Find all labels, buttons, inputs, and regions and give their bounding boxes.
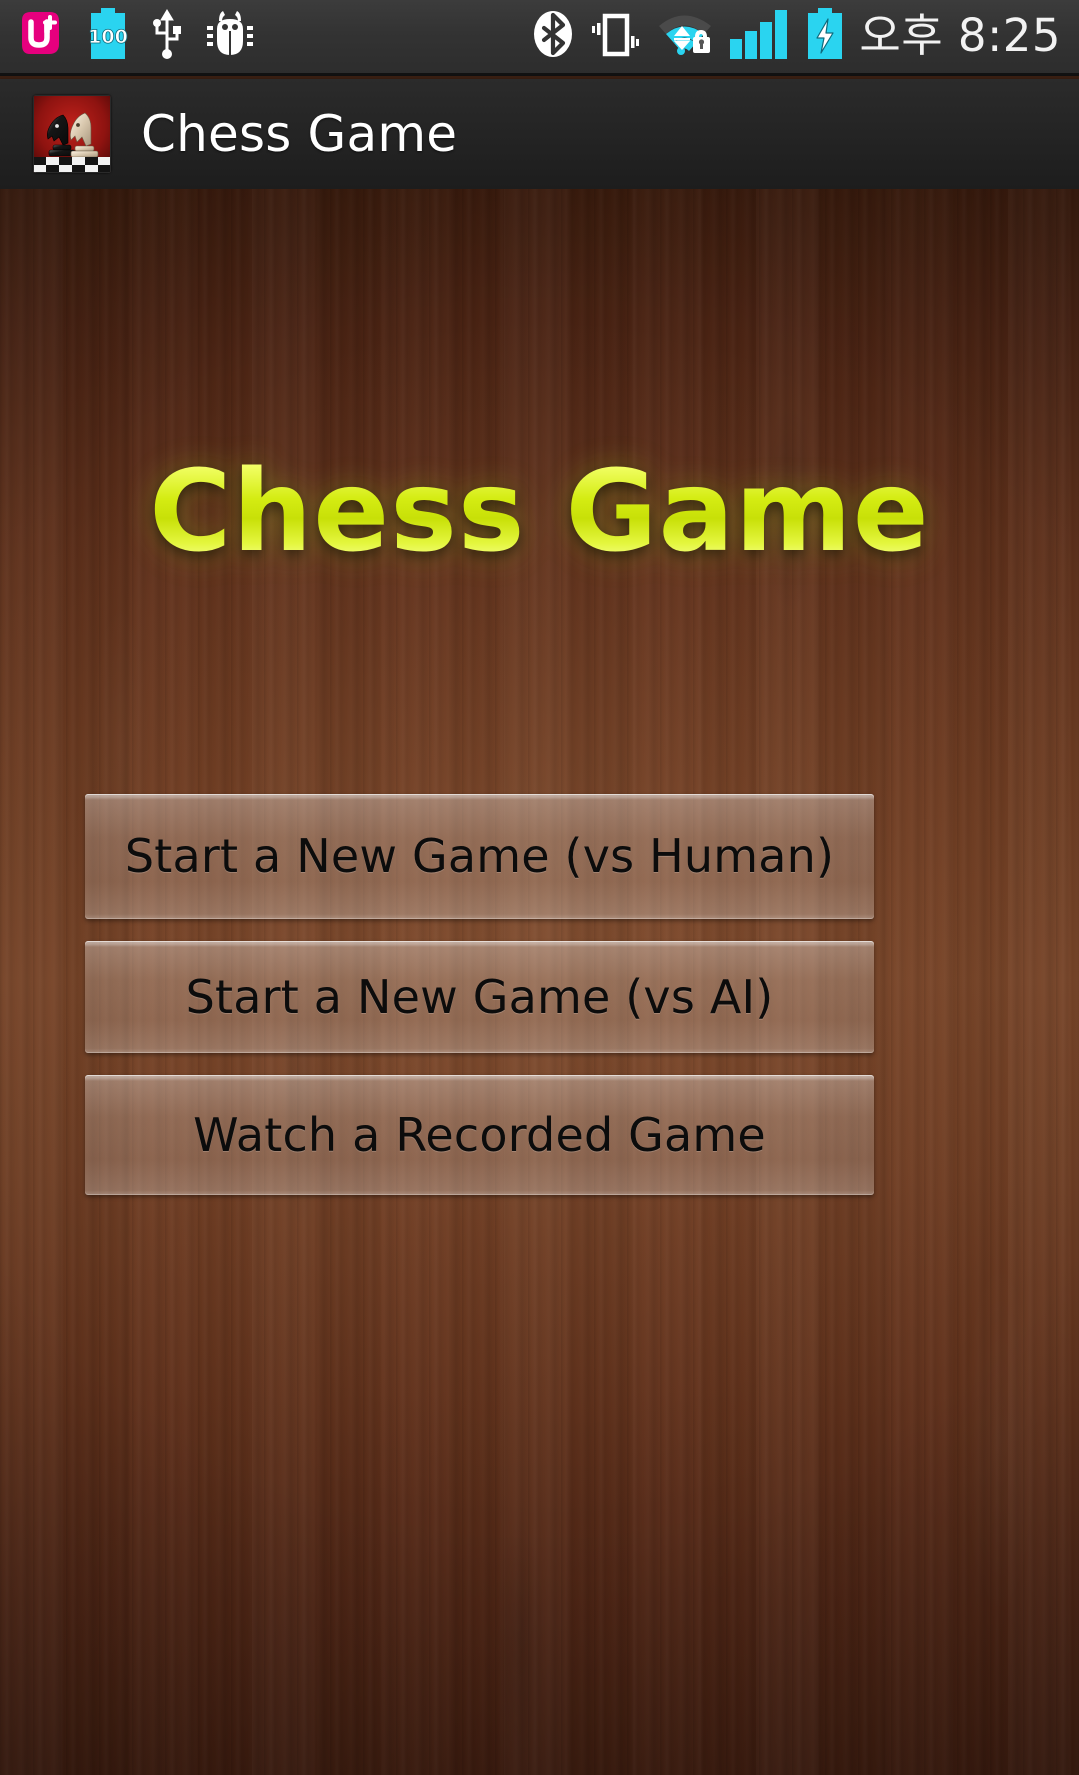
battery-100-icon: 100 xyxy=(88,7,128,66)
status-bar-left-icons: 100 xyxy=(0,7,254,66)
android-app-screen: 100 오후 8:25 Chess Game Chess Game Start … xyxy=(0,0,1079,1775)
game-logo-text: Chess Game xyxy=(149,447,930,577)
start-new-game-vs-human-button[interactable]: Start a New Game (vs Human) xyxy=(85,794,874,919)
start-new-game-vs-ai-button[interactable]: Start a New Game (vs AI) xyxy=(85,941,874,1053)
status-bar: 100 오후 8:25 xyxy=(0,0,1079,76)
wifi-secured-icon xyxy=(655,10,715,63)
battery-charging-icon xyxy=(805,7,845,66)
main-content: Chess Game Start a New Game (vs Human) S… xyxy=(0,189,1079,1775)
usb-debug-bug-icon xyxy=(206,9,254,64)
vibrate-mode-icon xyxy=(589,8,641,65)
watch-recorded-game-button[interactable]: Watch a Recorded Game xyxy=(85,1075,874,1195)
game-logo: Chess Game xyxy=(0,447,1079,577)
app-action-bar: Chess Game xyxy=(0,79,1079,189)
cellular-signal-icon xyxy=(729,8,791,65)
svg-text:100: 100 xyxy=(88,26,128,48)
bluetooth-icon xyxy=(531,7,575,66)
status-bar-clock: 오후 8:25 xyxy=(859,8,1061,62)
chess-knights-app-icon xyxy=(33,95,111,173)
usb-icon xyxy=(150,7,184,66)
app-title: Chess Game xyxy=(141,105,458,163)
main-menu: Start a New Game (vs Human) Start a New … xyxy=(85,794,874,1195)
status-bar-right-icons: 오후 8:25 xyxy=(531,7,1079,66)
uplus-carrier-icon xyxy=(14,8,66,65)
